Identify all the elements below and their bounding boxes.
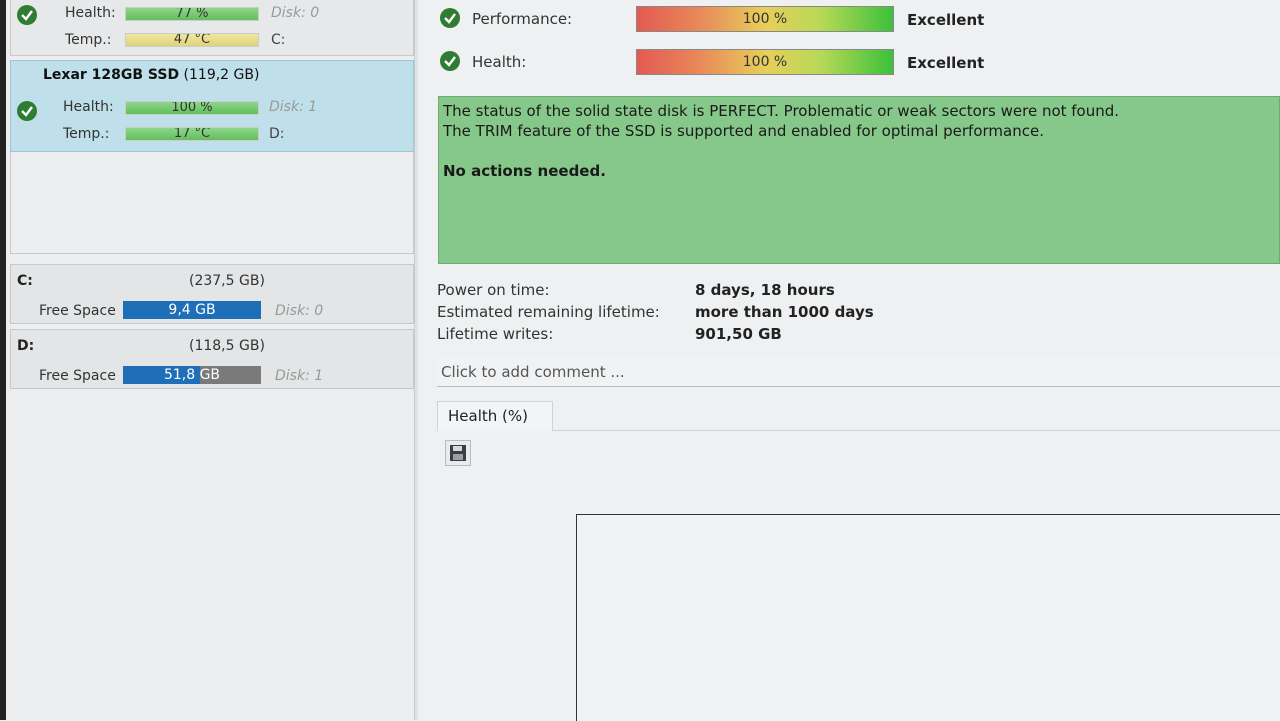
- tab-underline: [553, 430, 1280, 431]
- remaining-lifetime-value: more than 1000 days: [695, 303, 874, 321]
- status-action: No actions needed.: [443, 162, 606, 180]
- power-on-value: 8 days, 18 hours: [695, 281, 835, 299]
- health-label: Health:: [65, 5, 116, 21]
- performance-bar: 100 %: [636, 6, 894, 32]
- check-icon: [440, 51, 460, 71]
- volume-letter: D:: [17, 338, 35, 354]
- lifetime-writes-value: 901,50 GB: [695, 325, 782, 343]
- save-icon[interactable]: [445, 440, 471, 466]
- temp-label: Temp.:: [63, 126, 110, 142]
- volume-disk: Disk: 1: [275, 368, 324, 384]
- disk-capacity: (119,2 GB): [183, 67, 260, 83]
- power-on-label: Power on time:: [437, 281, 550, 299]
- free-space-label: Free Space: [39, 368, 116, 384]
- health-value: 100 %: [171, 101, 213, 115]
- free-space-bar: 51,8 GB: [123, 366, 261, 384]
- comment-input[interactable]: [437, 357, 1280, 387]
- disk-card-0[interactable]: Health: 77 % Disk: 0 Temp.: 47 °C C:: [10, 0, 414, 56]
- disk-list-pane: Health: 77 % Disk: 0 Temp.: 47 °C C: Lex…: [6, 0, 414, 720]
- health-bar: 100 %: [125, 101, 259, 115]
- health-verdict: Excellent: [907, 54, 985, 72]
- performance-verdict: Excellent: [907, 11, 985, 29]
- temp-bar: 47 °C: [125, 33, 259, 47]
- check-icon: [17, 5, 37, 25]
- remaining-lifetime-label: Estimated remaining lifetime:: [437, 303, 660, 321]
- performance-label: Performance:: [472, 10, 573, 28]
- disk-number: Disk: 0: [271, 5, 320, 21]
- performance-value: 100 %: [742, 11, 788, 27]
- free-space-label: Free Space: [39, 303, 116, 319]
- volume-size: (118,5 GB): [189, 338, 265, 354]
- free-space-value: 9,4 GB: [168, 302, 216, 318]
- health-rating-bar: 100 %: [636, 49, 894, 75]
- temp-bar: 17 °C: [125, 127, 259, 141]
- check-icon: [17, 101, 37, 121]
- health-rating-label: Health:: [472, 53, 527, 71]
- volume-letter: C:: [17, 273, 33, 289]
- tab-health[interactable]: Health (%): [437, 401, 553, 431]
- health-bar: 77 %: [125, 7, 259, 21]
- disk-number: Disk: 1: [269, 99, 318, 115]
- volume-size: (237,5 GB): [189, 273, 265, 289]
- volume-disk: Disk: 0: [275, 303, 324, 319]
- disk-list-empty-area: [10, 152, 414, 254]
- lifetime-writes-label: Lifetime writes:: [437, 325, 554, 343]
- temp-label: Temp.:: [65, 32, 112, 48]
- temp-value: 47 °C: [173, 33, 211, 47]
- volume-card-c[interactable]: C: (237,5 GB) Free Space 9,4 GB Disk: 0: [10, 264, 414, 324]
- disk-model: Lexar 128GB SSD: [43, 67, 180, 83]
- temp-value: 17 °C: [173, 127, 211, 141]
- health-value: 77 %: [175, 7, 209, 21]
- health-label: Health:: [63, 99, 114, 115]
- health-rating-value: 100 %: [742, 54, 788, 70]
- disk-card-1[interactable]: Lexar 128GB SSD (119,2 GB) Health: 100 %…: [10, 60, 414, 152]
- details-pane: Performance: 100 % Excellent Health: 100…: [418, 0, 1280, 721]
- status-line-1: The status of the solid state disk is PE…: [443, 102, 1120, 120]
- status-message-box: The status of the solid state disk is PE…: [438, 96, 1280, 264]
- check-icon: [440, 8, 460, 28]
- disk-title: Lexar 128GB SSD (119,2 GB): [43, 67, 259, 83]
- free-space-bar: 9,4 GB: [123, 301, 261, 319]
- drive-letter: C:: [271, 32, 286, 48]
- status-line-2: The TRIM feature of the SSD is supported…: [443, 122, 1044, 140]
- free-space-value: 51,8 GB: [163, 367, 221, 383]
- health-chart-area: [576, 514, 1280, 721]
- volume-card-d[interactable]: D: (118,5 GB) Free Space 51,8 GB Disk: 1: [10, 329, 414, 389]
- drive-letter: D:: [269, 126, 285, 142]
